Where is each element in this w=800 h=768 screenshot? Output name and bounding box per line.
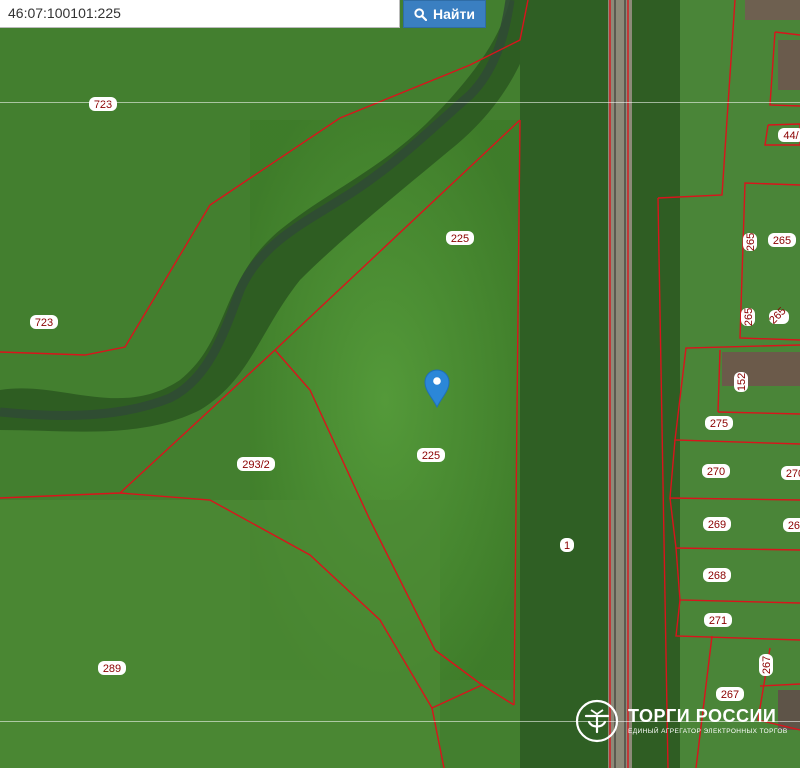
svg-text:1: 1 bbox=[564, 540, 570, 552]
svg-text:267: 267 bbox=[761, 656, 773, 674]
parcel-label[interactable]: 723 bbox=[30, 315, 58, 329]
parcel-label[interactable]: 269 bbox=[703, 517, 731, 531]
parcel-label[interactable]: 225 bbox=[446, 231, 474, 245]
parcel-label[interactable]: 723 bbox=[89, 97, 117, 111]
svg-text:225: 225 bbox=[422, 450, 440, 462]
parcel-label[interactable]: 265 bbox=[743, 233, 757, 251]
parcel-label[interactable]: 269 bbox=[783, 518, 800, 532]
svg-text:268: 268 bbox=[708, 570, 726, 582]
search-button[interactable]: Найти bbox=[403, 0, 486, 28]
parcel-label[interactable]: 267 bbox=[759, 654, 773, 676]
building bbox=[745, 0, 800, 20]
building bbox=[722, 352, 800, 386]
parcel-label[interactable]: 271 bbox=[704, 613, 732, 627]
south-field bbox=[0, 500, 440, 768]
svg-text:275: 275 bbox=[710, 418, 728, 430]
svg-text:265: 265 bbox=[745, 233, 757, 251]
svg-text:723: 723 bbox=[94, 99, 112, 111]
svg-text:225: 225 bbox=[451, 233, 469, 245]
svg-text:723: 723 bbox=[35, 317, 53, 329]
building bbox=[778, 40, 800, 90]
parcel-label[interactable]: 270 bbox=[781, 466, 800, 480]
svg-text:265: 265 bbox=[773, 235, 791, 247]
svg-text:269: 269 bbox=[788, 520, 800, 532]
svg-text:289: 289 bbox=[103, 663, 121, 675]
search-input[interactable]: 46:07:100101:225 bbox=[0, 0, 400, 28]
parcel-label[interactable]: 44/ bbox=[778, 128, 800, 142]
svg-text:269: 269 bbox=[708, 519, 726, 531]
parcel-label[interactable]: 270 bbox=[702, 464, 730, 478]
svg-text:44/: 44/ bbox=[783, 130, 799, 142]
svg-text:293/2: 293/2 bbox=[242, 459, 270, 471]
parcel-label[interactable]: 225 bbox=[417, 448, 445, 462]
parcel-label[interactable]: 152 bbox=[734, 372, 748, 392]
parcel-label[interactable]: 268 bbox=[703, 568, 731, 582]
brand-tagline: ЕДИНЫЙ АГРЕГАТОР ЭЛЕКТРОННЫХ ТОРГОВ bbox=[628, 728, 788, 735]
torgi-logo-icon bbox=[575, 699, 619, 743]
parcel-label[interactable]: 1 bbox=[560, 538, 574, 552]
search-icon bbox=[414, 7, 428, 21]
satellite-map[interactable]: 723 723 225 225 293/2 289 1 44/ 265 265 … bbox=[0, 0, 800, 768]
search-button-label: Найти bbox=[433, 6, 475, 22]
parcel-label[interactable]: 293/2 bbox=[237, 457, 275, 471]
svg-text:270: 270 bbox=[786, 468, 800, 480]
parcel-label[interactable]: 289 bbox=[98, 661, 126, 675]
parcel-label[interactable]: 265 bbox=[768, 233, 796, 247]
parcel-label[interactable]: 265 bbox=[741, 308, 755, 326]
svg-text:152: 152 bbox=[736, 373, 748, 391]
parcel-label[interactable]: 275 bbox=[705, 416, 733, 430]
svg-text:270: 270 bbox=[707, 466, 725, 478]
svg-text:271: 271 bbox=[709, 615, 727, 627]
grid-line bbox=[0, 102, 800, 103]
svg-text:265: 265 bbox=[743, 308, 755, 326]
tree-strip-west bbox=[520, 0, 610, 768]
torgi-rossii-branding: ТОРГИ РОССИИ ЕДИНЫЙ АГРЕГАТОР ЭЛЕКТРОННЫ… bbox=[574, 698, 787, 744]
brand-name: ТОРГИ РОССИИ bbox=[628, 706, 777, 726]
